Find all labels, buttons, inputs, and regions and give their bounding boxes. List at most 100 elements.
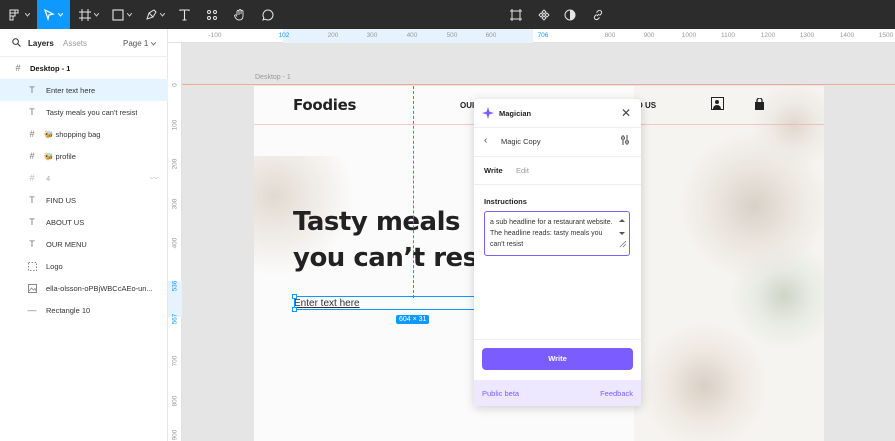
layer-item-4[interactable]: # 4 〰 bbox=[0, 167, 168, 189]
layer-item-shopping-bag[interactable]: # 🐝 shopping bag bbox=[0, 123, 168, 145]
component-set-icon bbox=[538, 8, 550, 21]
ruler-tick: 1200 bbox=[760, 32, 776, 39]
divider bbox=[474, 156, 641, 157]
layer-label-text: shopping bag bbox=[55, 129, 101, 139]
back-icon[interactable]: ‹ bbox=[484, 135, 487, 146]
page-selector[interactable]: Page 1 bbox=[123, 39, 156, 48]
layer-item-rectangle-10[interactable]: — Rectangle 10 bbox=[0, 299, 168, 321]
chevron-down-icon bbox=[160, 12, 165, 17]
tab-write[interactable]: Write bbox=[484, 166, 503, 175]
comment-tool-button[interactable] bbox=[258, 0, 278, 29]
frame-tool-button[interactable] bbox=[75, 0, 103, 29]
ruler-tick: 300 bbox=[171, 198, 179, 210]
frame-label[interactable]: Desktop - 1 bbox=[255, 74, 291, 81]
tab-edit[interactable]: Edit bbox=[516, 166, 529, 175]
public-beta-label[interactable]: Public beta bbox=[482, 389, 519, 398]
line-icon: — bbox=[27, 305, 37, 315]
divider bbox=[474, 339, 641, 340]
frame-icon bbox=[79, 8, 91, 21]
ruler-tick: 700 bbox=[171, 355, 179, 367]
layer-label: Desktop - 1 bbox=[30, 63, 71, 73]
shape-tool-button[interactable] bbox=[108, 0, 136, 29]
layer-item-enter-text-here[interactable]: T Enter text here bbox=[0, 79, 168, 101]
instructions-textarea[interactable]: a sub headline for a restaurant website.… bbox=[484, 211, 630, 256]
hand-tool-button[interactable] bbox=[230, 0, 250, 29]
link-button[interactable] bbox=[588, 0, 608, 29]
text-tool-button[interactable] bbox=[174, 0, 194, 29]
logo[interactable]: Foodies bbox=[293, 96, 356, 114]
ruler-tick: 102 bbox=[278, 32, 290, 39]
chevron-down-icon bbox=[150, 41, 156, 46]
search-icon[interactable] bbox=[12, 38, 21, 47]
layer-item-desktop-1[interactable]: # Desktop - 1 bbox=[0, 57, 168, 79]
layer-label: FIND US bbox=[46, 195, 76, 205]
frame-icon: # bbox=[29, 151, 35, 161]
center-guide bbox=[413, 86, 414, 298]
layer-item-about-us[interactable]: T ABOUT US bbox=[0, 211, 168, 233]
divider bbox=[474, 184, 641, 185]
textarea-scrollbar[interactable] bbox=[618, 216, 626, 248]
selection-box[interactable] bbox=[292, 294, 486, 312]
layers-panel: Layers Assets Page 1 # Desktop - 1 T Ent… bbox=[0, 29, 168, 441]
cursor-icon bbox=[44, 8, 55, 21]
create-component-button[interactable] bbox=[506, 0, 526, 29]
layer-item-logo[interactable]: Logo bbox=[0, 255, 168, 277]
layer-label: ella-olsson-oPBjWBCcAEo-un... bbox=[46, 283, 153, 293]
layer-item-find-us[interactable]: T FIND US bbox=[0, 189, 168, 211]
panel-title: Magician bbox=[499, 109, 532, 118]
component-set-button[interactable] bbox=[534, 0, 554, 29]
layer-label: Tasty meals you can't resist bbox=[46, 107, 138, 117]
close-icon[interactable]: ✕ bbox=[621, 106, 631, 120]
rectangle-icon bbox=[112, 8, 124, 21]
resources-icon bbox=[207, 9, 217, 20]
ruler-tick: 567 bbox=[171, 313, 179, 325]
shopping-bag-icon[interactable] bbox=[754, 98, 765, 110]
ruler-top: -100 102 200 300 400 500 600 706 800 900… bbox=[168, 29, 895, 43]
move-tool-button[interactable] bbox=[37, 0, 70, 29]
page-selector-label: Page 1 bbox=[123, 39, 149, 48]
tab-assets[interactable]: Assets bbox=[63, 39, 87, 48]
pen-tool-button[interactable] bbox=[141, 0, 169, 29]
guide-line bbox=[182, 84, 895, 85]
toolbar bbox=[0, 0, 895, 29]
ruler-tick: 300 bbox=[366, 32, 378, 39]
frame-icon: # bbox=[29, 173, 35, 183]
ruler-tick: 706 bbox=[537, 32, 549, 39]
write-button[interactable]: Write bbox=[482, 348, 633, 370]
hidden-icon[interactable]: 〰 bbox=[150, 173, 158, 184]
ruler-left: 0 100 200 300 400 536 567 700 800 900 bbox=[168, 43, 182, 441]
component-icon bbox=[510, 8, 522, 21]
ruler-tick: 900 bbox=[643, 32, 655, 39]
hand-icon bbox=[234, 8, 244, 20]
layer-label-text: profile bbox=[55, 151, 76, 161]
main-menu-button[interactable] bbox=[6, 0, 32, 29]
dimension-badge: 604 × 31 bbox=[396, 315, 430, 324]
chevron-down-icon bbox=[94, 12, 99, 17]
resize-handle[interactable] bbox=[292, 294, 297, 299]
resize-handle[interactable] bbox=[292, 307, 297, 312]
settings-sliders-icon[interactable] bbox=[620, 135, 630, 145]
layer-label: 🐝 shopping bag bbox=[44, 129, 101, 139]
feedback-link[interactable]: Feedback bbox=[600, 389, 633, 398]
layer-item-profile[interactable]: # 🐝 profile bbox=[0, 145, 168, 167]
divider bbox=[474, 127, 641, 128]
instructions-value: a sub headline for a restaurant website.… bbox=[490, 219, 613, 248]
text-icon: T bbox=[29, 107, 35, 117]
layer-item-our-menu[interactable]: T OUR MENU bbox=[0, 233, 168, 255]
comment-icon bbox=[262, 8, 274, 21]
text-icon: T bbox=[29, 239, 35, 249]
food-background-image bbox=[634, 86, 824, 441]
contrast-button[interactable] bbox=[560, 0, 580, 29]
ruler-tick: 200 bbox=[171, 158, 179, 170]
text-icon bbox=[178, 8, 190, 21]
ruler-tick: 0 bbox=[171, 83, 179, 87]
panel-tabs: Layers Assets Page 1 bbox=[0, 29, 168, 56]
layer-item-tasty-meals[interactable]: T Tasty meals you can't resist bbox=[0, 101, 168, 123]
resources-button[interactable] bbox=[202, 0, 222, 29]
chevron-down-icon bbox=[127, 12, 132, 17]
tab-layers[interactable]: Layers bbox=[28, 39, 54, 48]
nav-our-menu[interactable]: OUI bbox=[460, 101, 474, 110]
layer-item-image[interactable]: ella-olsson-oPBjWBCcAEo-un... bbox=[0, 277, 168, 299]
ruler-tick: 1500 bbox=[878, 32, 894, 39]
profile-icon[interactable] bbox=[711, 97, 724, 110]
